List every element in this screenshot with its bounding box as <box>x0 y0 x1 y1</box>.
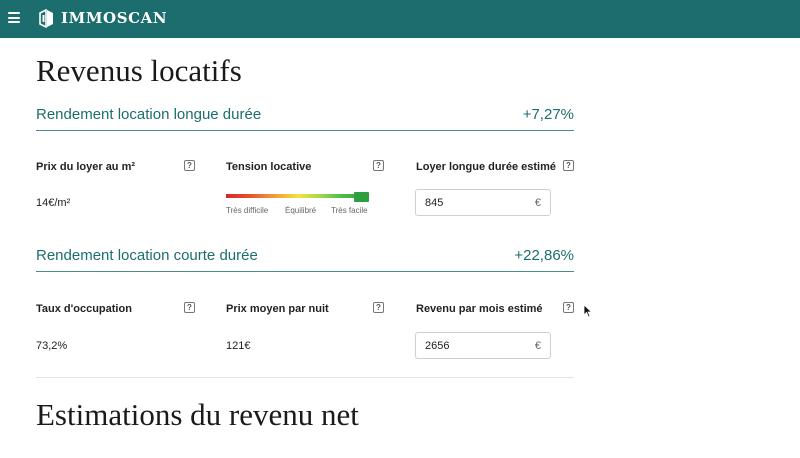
estimated-rent-unit: € <box>534 197 541 209</box>
rental-tension-label: Tension locative <box>226 161 312 173</box>
brand-name[interactable]: IMMOSCAN <box>61 9 167 27</box>
long-term-section-header: Rendement location longue durée +7,27% <box>36 105 574 131</box>
long-term-title: Rendement location longue durée <box>36 106 262 123</box>
estimated-monthly-input[interactable]: 2656 € <box>415 332 551 359</box>
page-title: Revenus locatifs <box>36 53 242 88</box>
section-divider <box>36 377 574 378</box>
net-income-title: Estimations du revenu net <box>36 397 359 432</box>
rental-tension-gauge <box>226 192 369 202</box>
mouse-cursor-icon <box>583 304 593 318</box>
immoscan-logo-icon <box>39 9 53 28</box>
short-term-section-header: Rendement location courte durée +22,86% <box>36 246 574 272</box>
estimated-rent-help-icon[interactable]: ? <box>563 160 574 171</box>
rent-per-m2-label: Prix du loyer au m² <box>36 161 136 173</box>
estimated-rent-input[interactable]: 845 € <box>415 189 551 216</box>
hamburger-menu-icon[interactable] <box>8 12 20 23</box>
avg-night-price-label: Prix moyen par nuit <box>226 303 329 315</box>
short-term-yield: +22,86% <box>514 247 574 264</box>
avg-night-price-help-icon[interactable]: ? <box>373 302 384 313</box>
estimated-monthly-value[interactable]: 2656 <box>425 340 449 352</box>
tension-indicator <box>354 192 369 202</box>
tension-scale-high: Très facile <box>331 206 368 215</box>
top-app-bar: IMMOSCAN <box>0 0 800 38</box>
rent-per-m2-help-icon[interactable]: ? <box>184 160 195 171</box>
estimated-rent-value[interactable]: 845 <box>425 197 443 209</box>
occupancy-label: Taux d'occupation <box>36 303 132 315</box>
estimated-monthly-help-icon[interactable]: ? <box>563 302 574 313</box>
avg-night-price-value: 121€ <box>226 340 251 352</box>
tension-scale-low: Très difficile <box>226 206 269 215</box>
tension-scale-mid: Équilibré <box>285 206 317 215</box>
occupancy-value: 73,2% <box>36 340 68 352</box>
rent-per-m2-value: 14€/m² <box>36 197 71 209</box>
long-term-yield: +7,27% <box>522 106 574 123</box>
short-term-title: Rendement location courte durée <box>36 247 258 264</box>
estimated-monthly-unit: € <box>534 340 541 352</box>
rental-tension-help-icon[interactable]: ? <box>373 160 384 171</box>
estimated-rent-label: Loyer longue durée estimé <box>416 161 556 173</box>
occupancy-help-icon[interactable]: ? <box>184 302 195 313</box>
estimated-monthly-label: Revenu par mois estimé <box>416 303 543 315</box>
tension-gradient-bar <box>226 194 366 198</box>
